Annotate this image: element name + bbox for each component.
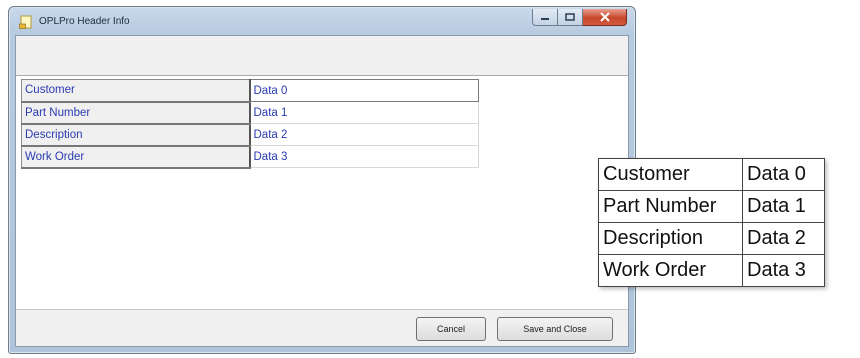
zoom-row: Description Data 2 <box>598 222 825 255</box>
caption-buttons <box>532 9 627 27</box>
client-area: Customer Data 0 Part Number Data 1 Descr… <box>15 35 629 347</box>
document-icon <box>19 15 32 29</box>
close-button[interactable] <box>583 9 627 26</box>
field-value-cell[interactable]: Data 2 <box>249 123 479 146</box>
field-label: Description <box>21 123 251 147</box>
field-label: Work Order <box>21 145 251 169</box>
zoom-value: Data 2 <box>742 222 825 255</box>
zoom-value: Data 3 <box>742 254 825 287</box>
field-label: Customer <box>21 79 251 103</box>
grid-row-work-order: Work Order Data 3 <box>21 145 479 169</box>
close-icon <box>599 12 610 22</box>
dialog-window: OPLPro Header Info Customer Data 0 Part … <box>8 6 636 354</box>
minimize-icon <box>541 18 549 20</box>
zoom-label: Part Number <box>598 190 743 223</box>
field-value-cell[interactable]: Data 1 <box>249 101 479 124</box>
minimize-button[interactable] <box>532 9 558 26</box>
toolbar-strip <box>16 36 628 76</box>
zoomed-grid-callout: Customer Data 0 Part Number Data 1 Descr… <box>598 158 825 287</box>
zoom-label: Description <box>598 222 743 255</box>
maximize-icon <box>565 13 575 21</box>
zoom-row: Customer Data 0 <box>598 158 825 191</box>
cancel-button[interactable]: Cancel <box>416 317 486 341</box>
window-title: OPLPro Header Info <box>39 16 130 27</box>
save-and-close-button[interactable]: Save and Close <box>497 317 613 341</box>
zoom-row: Work Order Data 3 <box>598 254 825 287</box>
grid-row-part-number: Part Number Data 1 <box>21 101 479 125</box>
field-value-cell[interactable]: Data 0 <box>249 79 479 102</box>
field-value-cell[interactable]: Data 3 <box>249 145 479 168</box>
zoom-label: Customer <box>598 158 743 191</box>
maximize-button[interactable] <box>558 9 583 26</box>
zoom-value: Data 0 <box>742 158 825 191</box>
zoom-row: Part Number Data 1 <box>598 190 825 223</box>
grid-row-description: Description Data 2 <box>21 123 479 147</box>
grid-row-customer: Customer Data 0 <box>21 79 479 103</box>
zoom-label: Work Order <box>598 254 743 287</box>
button-bar: Cancel Save and Close <box>16 309 628 346</box>
zoom-value: Data 1 <box>742 190 825 223</box>
field-label: Part Number <box>21 101 251 125</box>
header-info-grid: Customer Data 0 Part Number Data 1 Descr… <box>21 79 479 169</box>
title-bar[interactable]: OPLPro Header Info <box>9 7 635 35</box>
